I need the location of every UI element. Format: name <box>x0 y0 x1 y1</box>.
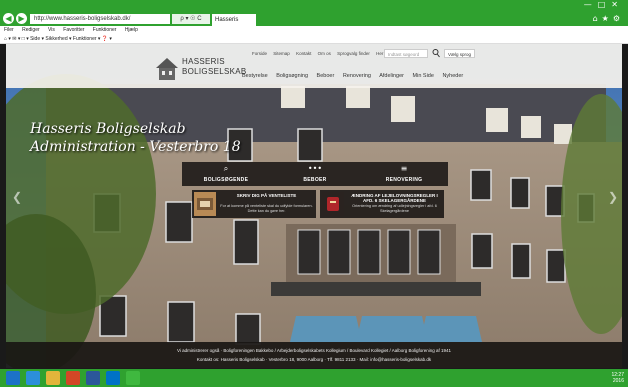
window-controls[interactable]: —□✕ <box>584 0 624 9</box>
service-tiles: ⌕ BOLIGSØGENDE ••• BEBOER ≡ RENOVERING <box>182 162 448 186</box>
taskbar: 12:27 2016 <box>0 369 628 387</box>
tile-label: BEBOER <box>303 177 327 183</box>
tile-renovering[interactable]: ≡ RENOVERING <box>360 162 448 186</box>
tab-hasseris[interactable]: Hasseris <box>212 14 256 26</box>
nav-nyheder[interactable]: Nyheder <box>442 73 463 79</box>
toplink-sitemap[interactable]: Sitemap <box>273 51 290 56</box>
forward-button[interactable]: ▶ <box>16 13 27 24</box>
slider-prev-icon[interactable]: ❮ <box>12 190 22 204</box>
toplink-sprogvalg[interactable]: Sprogvalg finder <box>337 51 370 56</box>
tile-label: RENOVERING <box>385 177 423 183</box>
footer-line2: Kontakt os: Hasseris Boligselskab · Vest… <box>196 357 432 362</box>
news-text: Orientering om ændring af udlejningsregl… <box>352 204 437 213</box>
menu-icon: ≡ <box>400 164 408 173</box>
address-controls[interactable]: ρ ▾ ☉ C <box>172 14 210 24</box>
footer-line1: Vi administrerer også · Boligforeningen … <box>176 348 452 353</box>
search-icon[interactable] <box>432 48 440 58</box>
title-bar: —□✕ <box>0 0 628 12</box>
toplink-kontakt[interactable]: Kontakt <box>296 51 311 56</box>
search-input[interactable]: Indtast søgeord <box>384 49 428 58</box>
tile-label: BOLIGSØGENDE <box>203 177 249 183</box>
slider-next-icon[interactable]: ❯ <box>608 190 618 204</box>
menu-view[interactable]: Vis <box>48 27 55 33</box>
menu-edit[interactable]: Rediger <box>22 27 40 33</box>
tile-beboer[interactable]: ••• BEBOER <box>271 162 359 186</box>
news-title: SKRIV DIG PÅ VENTELISTE <box>236 193 297 198</box>
dots-icon: ••• <box>307 164 323 173</box>
web-page: HASSERIS BOLIGSELSKAB Forside Sitemap Ko… <box>6 44 622 368</box>
hero-title-line1: Hasseris Boligselskab <box>30 121 186 137</box>
news-thumbnail <box>194 192 216 216</box>
nav-afdelinger[interactable]: Afdelinger <box>379 73 404 79</box>
menu-bar: Filer Rediger Vis Favoritter Funktioner … <box>0 26 628 35</box>
system-tray[interactable]: 12:27 2016 <box>611 372 624 384</box>
back-button[interactable]: ◀ <box>3 13 14 24</box>
toplink-om-os[interactable]: Om os <box>318 51 331 56</box>
taskbar-outlook-icon[interactable] <box>106 371 120 385</box>
top-links: Forside Sitemap Kontakt Om os Sprogvalg … <box>252 51 405 56</box>
address-bar-row: ◀ ▶ http://www.hasseris-boligselskab.dk/… <box>0 12 628 26</box>
address-input[interactable]: http://www.hasseris-boligselskab.dk/ <box>30 14 170 24</box>
logo-icon <box>156 58 178 80</box>
menu-help[interactable]: Hjælp <box>125 27 138 33</box>
toplink-forside[interactable]: Forside <box>252 51 267 56</box>
hero-title-line2: Administration - Vesterbro 18 <box>30 139 241 155</box>
tile-boligsogende[interactable]: ⌕ BOLIGSØGENDE <box>182 162 270 186</box>
language-select[interactable]: Vælg sprog <box>444 49 476 58</box>
site-header: HASSERIS BOLIGSELSKAB Forside Sitemap Ko… <box>6 44 622 88</box>
start-button[interactable] <box>6 371 20 385</box>
taskbar-explorer-icon[interactable] <box>46 371 60 385</box>
search-icon: ⌕ <box>223 164 229 173</box>
news-thumbnail <box>322 192 344 216</box>
menu-tools[interactable]: Funktioner <box>93 27 117 33</box>
main-nav: Bestyrelse Boligsøgning Beboer Renoverin… <box>242 73 470 79</box>
nav-beboer[interactable]: Beboer <box>317 73 335 79</box>
news-item-venteliste[interactable]: SKRIV DIG PÅ VENTELISTE For at komme på … <box>192 190 316 218</box>
menu-file[interactable]: Filer <box>4 27 14 33</box>
nav-min-side[interactable]: Min Side <box>413 73 434 79</box>
news-strip: SKRIV DIG PÅ VENTELISTE For at komme på … <box>192 190 444 218</box>
clock-date: 2016 <box>612 378 624 384</box>
browser-toolbar-icons[interactable]: ⌂★⚙ <box>593 14 624 23</box>
nav-bestyrelse[interactable]: Bestyrelse <box>242 73 268 79</box>
menu-favorites[interactable]: Favoritter <box>63 27 84 33</box>
command-bar: ⌂ ▾ ✉ ▾ □ ▾ Side ▾ Sikkerhed ▾ Funktione… <box>0 35 628 44</box>
taskbar-word-icon[interactable] <box>86 371 100 385</box>
taskbar-app-icon[interactable] <box>126 371 140 385</box>
nav-boligsogning[interactable]: Boligsøgning <box>276 73 308 79</box>
brand-name-line2: BOLIGSELSKAB <box>182 67 247 76</box>
news-title: ÆNDRING AF LEJELOVNINGSREGLER I AFD. 6 S… <box>351 193 438 203</box>
brand-name-line1: HASSERIS <box>182 57 225 66</box>
site-footer: Vi administrerer også · Boligforeningen … <box>6 342 622 368</box>
taskbar-powerpoint-icon[interactable] <box>66 371 80 385</box>
news-item-lejeregler[interactable]: ÆNDRING AF LEJELOVNINGSREGLER I AFD. 6 S… <box>320 190 444 218</box>
news-text: For at komme på venteliste skal du udfyl… <box>220 204 313 213</box>
command-bar-items[interactable]: ⌂ ▾ ✉ ▾ □ ▾ Side ▾ Sikkerhed ▾ Funktione… <box>4 36 112 42</box>
nav-renovering[interactable]: Renovering <box>343 73 371 79</box>
browser-window: —□✕ ◀ ▶ http://www.hasseris-boligselskab… <box>0 0 628 387</box>
taskbar-ie-icon[interactable] <box>26 371 40 385</box>
